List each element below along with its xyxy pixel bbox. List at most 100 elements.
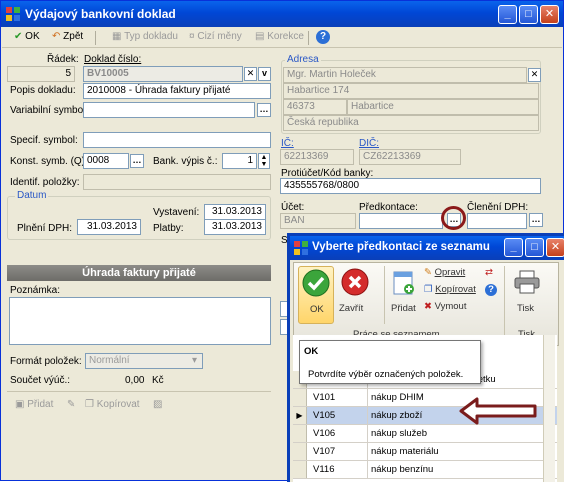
konst-label: Konst. symb. (Q): (10, 156, 88, 167)
ucet-field: BAN (280, 213, 356, 229)
list-item[interactable]: V116 nákup benzínu (293, 461, 557, 479)
address-country-field: Česká republika (283, 115, 539, 131)
konst-field[interactable]: 0008 (83, 153, 129, 169)
vystaveni-field[interactable]: 31.03.2013 (204, 204, 266, 220)
tooltip-title: OK (304, 346, 319, 357)
platby-field[interactable]: 31.03.2013 (204, 219, 266, 235)
popup-ribbon: OK Zavřít Přidat ✎ Opravit ❐ Kopírovat ✖… (293, 262, 559, 346)
ok-tooltip: OK Potvrdíte výběr označených položek. (299, 340, 481, 384)
cleneni-browse-button[interactable]: … (529, 213, 543, 227)
back-arrow-icon: ↶ (52, 31, 61, 42)
dic-field: CZ62213369 (359, 149, 461, 165)
address-city-field: Habartice (347, 99, 539, 115)
popup-minimize-button[interactable]: _ (504, 238, 523, 257)
popup-close-list-button[interactable]: Zavřít (338, 266, 372, 324)
app-icon (6, 7, 20, 21)
main-titlebar[interactable]: Výdajový bankovní doklad _ □ ✕ (1, 1, 563, 27)
plneni-field[interactable]: 31.03.2013 (77, 219, 141, 235)
correction-button[interactable]: ▤ Korekce (255, 31, 304, 42)
address-label: Adresa (285, 54, 321, 65)
close-x-icon (341, 268, 369, 296)
variabilni-label: Variabilní symbol: (10, 105, 89, 116)
ident-field (83, 174, 271, 190)
specif-label: Specif. symbol: (10, 135, 78, 146)
toolbar-separator (308, 31, 309, 45)
add-row-button[interactable]: ▣ Přidat (15, 399, 53, 410)
row-pointer-icon: ▶ (293, 407, 307, 424)
radek-field: 5 (7, 66, 75, 82)
clear-doklad-button[interactable]: ✕ (244, 67, 257, 81)
doklad-cislo-field[interactable]: BV10005 (83, 66, 243, 82)
add-row-icon: ▣ (15, 399, 25, 410)
doc-type-icon: ▦ (112, 31, 122, 42)
bank-vypis-label: Bank. výpis č.: (153, 156, 218, 167)
popup-print-button[interactable]: Tisk (512, 266, 542, 324)
minimize-button[interactable]: _ (498, 5, 517, 24)
variabilni-field[interactable] (83, 102, 255, 118)
address-street-field: Habartice 174 (283, 83, 539, 99)
help-icon[interactable]: ? (485, 284, 497, 296)
popup-maximize-button[interactable]: □ (525, 238, 544, 257)
export-icon[interactable]: ⇄ (485, 267, 493, 278)
popup-copy-button[interactable]: ❐ Kopírovat (424, 284, 476, 295)
ok-button[interactable]: ✔ OK (14, 31, 40, 42)
bank-vypis-spinner[interactable]: ▲ ▼ (258, 153, 270, 169)
plneni-label: Plnění DPH: (17, 223, 73, 234)
popup-close-button[interactable]: ✕ (546, 238, 564, 257)
app-icon (294, 241, 308, 255)
copy-row-icon: ❐ (85, 399, 94, 410)
poznamka-textarea[interactable] (9, 297, 271, 345)
help-icon[interactable]: ? (316, 30, 330, 44)
variabilni-browse-button[interactable]: … (257, 103, 271, 117)
edit-row-icon[interactable]: ✎ (67, 399, 75, 410)
list-item[interactable]: V107 nákup materiálu (293, 443, 557, 461)
clear-address-button[interactable]: ✕ (528, 68, 541, 82)
edit-icon: ✎ (424, 267, 432, 278)
radek-label: Řádek: (47, 54, 79, 65)
list-scrollbar[interactable] (543, 335, 555, 482)
specif-field[interactable] (83, 132, 271, 148)
popis-label: Popis dokladu: (10, 85, 76, 96)
delete-row-icon[interactable]: ▨ (153, 399, 162, 410)
cleneni-label: Členění DPH: (467, 202, 529, 213)
currencies-button[interactable]: ¤ Cizí měny (189, 31, 242, 42)
annotation-arrow (459, 397, 537, 425)
close-button[interactable]: ✕ (540, 5, 559, 24)
check-icon: ✔ (14, 31, 23, 42)
ribbon-separator (504, 266, 505, 342)
copy-icon: ❐ (424, 284, 433, 295)
toolbar-separator (95, 31, 96, 45)
popup-add-button[interactable]: Přidat (390, 266, 418, 324)
konst-browse-button[interactable]: … (130, 154, 144, 168)
poznamka-label: Poznámka: (10, 285, 61, 296)
ucet-label: Účet: (281, 202, 305, 213)
list-item[interactable]: V106 nákup služeb (293, 425, 557, 443)
ic-label: IČ: (281, 138, 294, 149)
soucet-label: Součet výúč.: (10, 375, 71, 386)
address-zip-field: 46373 (283, 99, 347, 115)
window-title: Výdajový bankovní doklad (25, 7, 176, 21)
copy-row-button[interactable]: ❐ Kopírovat (85, 399, 140, 410)
popis-field[interactable]: 2010008 - Úhrada faktury přijaté (83, 83, 271, 99)
section-header: Úhrada faktury přijaté (7, 265, 271, 281)
back-button[interactable]: ↶ Zpět (52, 31, 83, 42)
popup-titlebar[interactable]: Vyberte předkontaci ze seznamu _ □ ✕ (290, 236, 564, 260)
ident-label: Identif. položky: (10, 177, 80, 188)
soucet-value: 0,00 (125, 375, 145, 386)
predkontace-field[interactable] (359, 213, 443, 229)
account-field[interactable]: 435555768/0800 (280, 178, 541, 194)
bottom-divider (7, 391, 271, 392)
doklad-cislo-label: Doklad číslo: (84, 54, 142, 65)
maximize-button[interactable]: □ (519, 5, 538, 24)
popup-ok-button[interactable]: OK (298, 266, 334, 324)
main-toolbar: ✔ OK ↶ Zpět ▦ Typ dokladu ¤ Cizí měny ▤ … (2, 28, 562, 48)
bank-vypis-field[interactable]: 1 (222, 153, 257, 169)
doc-type-button[interactable]: ▦ Typ dokladu (112, 31, 178, 42)
cleneni-field[interactable] (467, 213, 527, 229)
platby-label: Platby: (153, 223, 184, 234)
format-select[interactable]: Normální (85, 353, 203, 369)
popup-edit-button[interactable]: ✎ Opravit (424, 267, 465, 278)
popup-delete-button[interactable]: ✖ Vymout (424, 301, 466, 312)
ribbon-separator (384, 266, 385, 324)
doklad-dropdown-button[interactable]: v (258, 67, 271, 81)
